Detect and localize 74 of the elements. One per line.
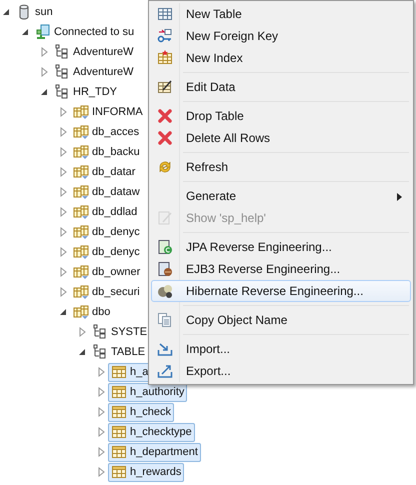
menu-item-icon <box>157 312 173 328</box>
connection-icon <box>35 24 51 40</box>
tree-item[interactable]: h_rewards <box>108 462 184 482</box>
tree-item[interactable]: db_securi <box>70 282 143 302</box>
menu-item-icon <box>157 108 173 124</box>
tree-item[interactable]: AdventureW <box>51 42 137 62</box>
menu-item-icon <box>157 239 173 255</box>
tree-item[interactable]: h_checktype <box>108 422 195 442</box>
menu-item[interactable]: Generate <box>151 185 411 207</box>
menu-item[interactable]: Drop Table <box>151 105 411 127</box>
tree-item[interactable]: db_owner <box>70 262 144 282</box>
table-icon <box>111 384 127 400</box>
table-icon <box>111 424 127 440</box>
tree-item[interactable]: INFORMA <box>70 102 146 122</box>
role-group-icon <box>73 124 89 140</box>
table-icon <box>111 444 127 460</box>
role-group-icon <box>73 164 89 180</box>
menu-item[interactable]: Import... <box>151 338 411 360</box>
tree-item[interactable]: db_datar <box>70 162 138 182</box>
folder-tree-icon <box>92 344 108 360</box>
tree-item[interactable]: h_department <box>108 442 201 462</box>
folder-tree-icon <box>54 84 70 100</box>
role-group-icon <box>73 184 89 200</box>
tree-item[interactable]: db_denyc <box>70 242 143 262</box>
menu-item[interactable]: New Table <box>151 3 411 25</box>
role-group-icon <box>73 244 89 260</box>
menu-item-icon <box>157 28 173 44</box>
menu-item[interactable]: Delete All Rows <box>151 127 411 149</box>
tree-item[interactable]: TABLE <box>89 342 148 362</box>
menu-item[interactable]: New Foreign Key <box>151 25 411 47</box>
menu-item[interactable]: Export... <box>151 360 411 382</box>
tree-item[interactable]: SYSTE <box>89 322 150 342</box>
menu-item[interactable]: Hibernate Reverse Engineering... <box>151 280 411 302</box>
tree-item[interactable]: h_authority <box>108 382 188 402</box>
table-icon <box>111 404 127 420</box>
tree-item[interactable]: sun <box>13 2 56 22</box>
menu-item[interactable]: EJB3 Reverse Engineering... <box>151 258 411 280</box>
menu-item-icon <box>157 79 173 95</box>
menu-item-icon <box>157 283 173 299</box>
tree-item[interactable]: db_backu <box>70 142 143 162</box>
menu-item-icon <box>157 210 173 226</box>
tree-item[interactable]: db_dataw <box>70 182 143 202</box>
menu-item-icon <box>157 50 173 66</box>
tree-item[interactable]: dbo <box>70 302 114 322</box>
table-icon <box>111 364 127 380</box>
tree-item[interactable]: AdventureW <box>51 62 137 82</box>
menu-item[interactable]: New Index <box>151 47 411 69</box>
menu-item-icon <box>157 261 173 277</box>
tree-item[interactable]: db_ddlad <box>70 202 140 222</box>
menu-item[interactable]: JPA Reverse Engineering... <box>151 236 411 258</box>
menu-item-icon <box>157 363 173 379</box>
table-icon <box>111 464 127 480</box>
folder-tree-icon <box>54 64 70 80</box>
role-group-icon <box>73 104 89 120</box>
folder-tree-icon <box>92 324 108 340</box>
folder-tree-icon <box>54 44 70 60</box>
tree-item[interactable]: HR_TDY <box>51 82 120 102</box>
tree-item[interactable]: Connected to su <box>32 22 138 42</box>
role-group-icon <box>73 224 89 240</box>
menu-item-icon <box>157 6 173 22</box>
menu-item[interactable]: Refresh <box>151 156 411 178</box>
role-group-icon <box>73 284 89 300</box>
tree-item[interactable]: h_check <box>108 402 174 422</box>
role-group-icon <box>73 204 89 220</box>
role-group-icon <box>73 304 89 320</box>
menu-item-icon <box>157 341 173 357</box>
menu-item[interactable]: Copy Object Name <box>151 309 411 331</box>
tree-item[interactable]: db_denyc <box>70 222 143 242</box>
role-group-icon <box>73 264 89 280</box>
tree-item[interactable]: db_acces <box>70 122 142 142</box>
menu-item-icon <box>157 159 173 175</box>
menu-item-icon <box>157 130 173 146</box>
menu-item[interactable]: Edit Data <box>151 76 411 98</box>
role-group-icon <box>73 144 89 160</box>
